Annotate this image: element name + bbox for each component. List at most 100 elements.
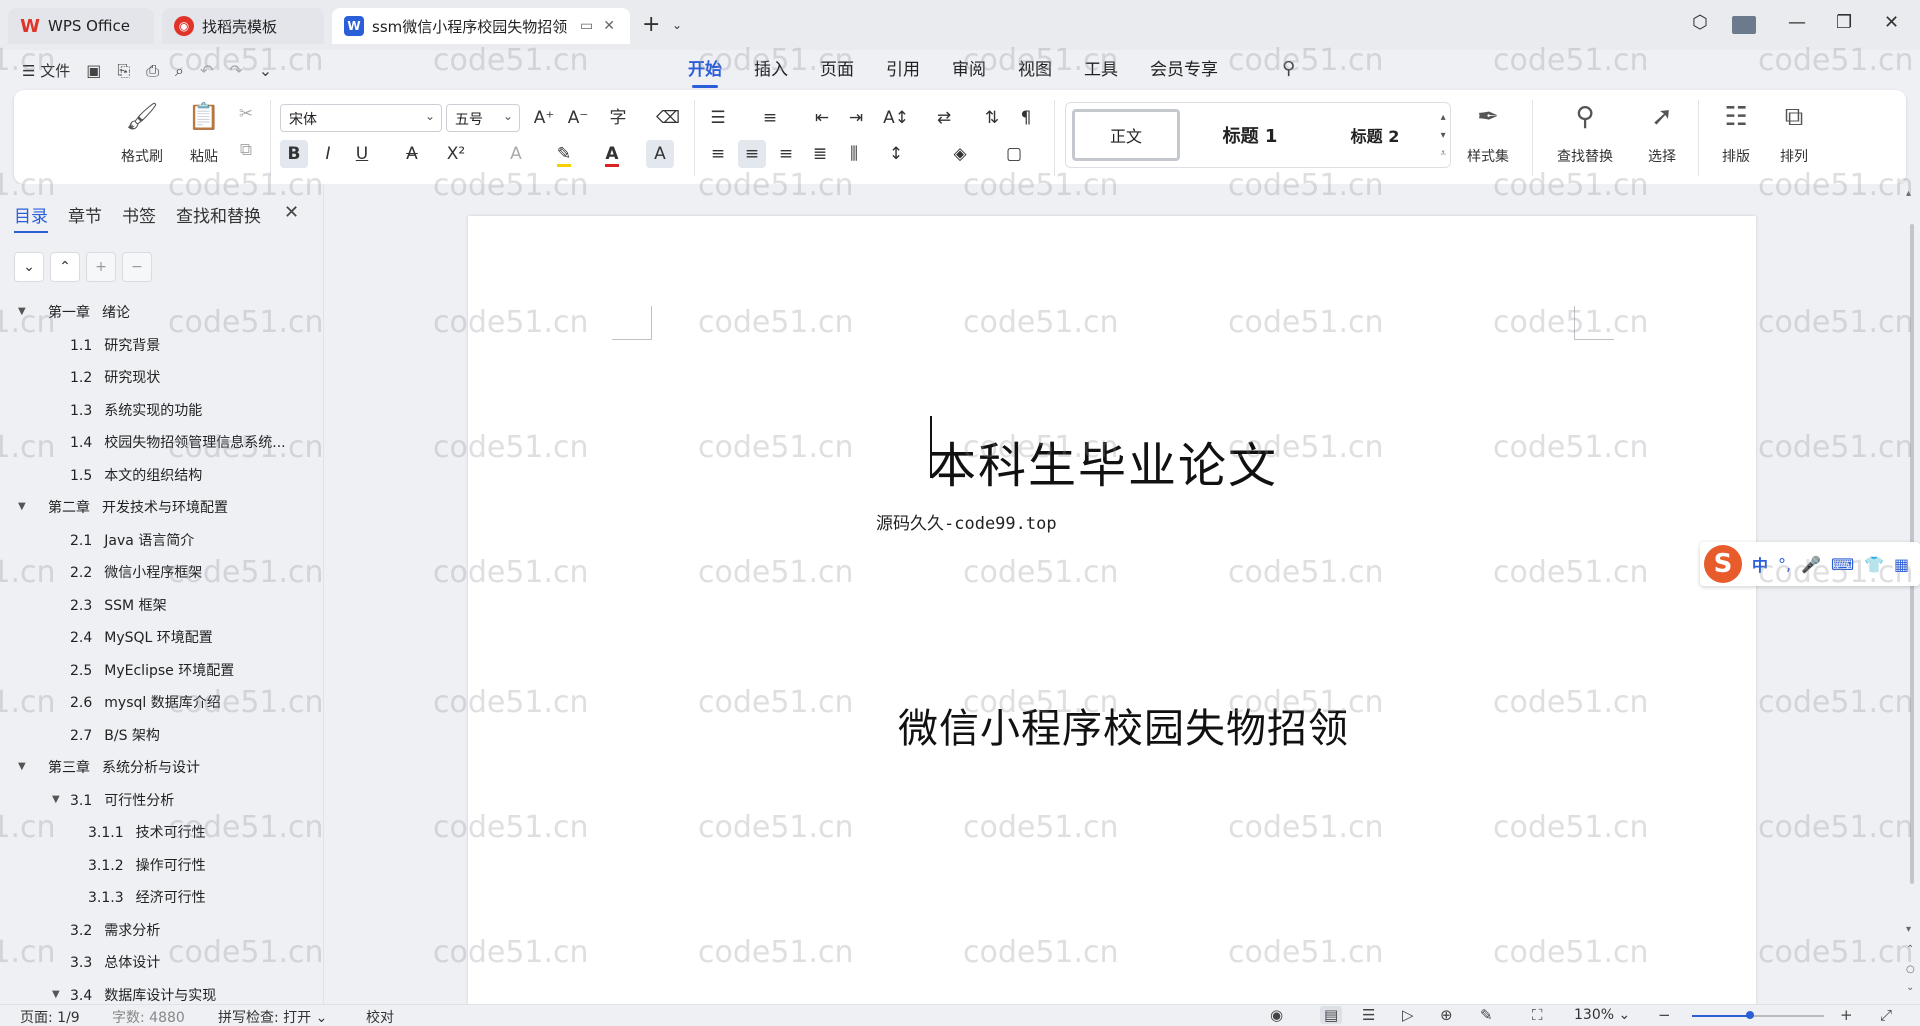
ime-toolbar[interactable]: S 中 °, 🎤 ⌨ 👕 ▦ <box>1700 542 1920 586</box>
arrange-button[interactable]: ⧉ 排列 <box>1764 102 1824 166</box>
outline-item[interactable]: 第三章 系统分析与设计 <box>48 757 322 781</box>
tab-insert[interactable]: 插入 <box>738 58 804 88</box>
prev-page-icon[interactable]: ⌃ <box>1906 944 1914 955</box>
vertical-scrollbar[interactable]: ▴ ▾ ⌃ ○ ⌄ <box>1904 184 1920 1004</box>
page-view-icon[interactable]: ▤ <box>1320 1006 1343 1024</box>
align-left-icon[interactable]: ≡ <box>704 140 732 168</box>
spell-check-status[interactable]: 拼写检查: 打开 ⌄ <box>218 1007 327 1026</box>
nav-tab-toc[interactable]: 目录 <box>14 202 48 233</box>
promote-heading-button[interactable]: + <box>86 252 116 282</box>
save-icon[interactable]: ▣ <box>86 61 101 80</box>
tab-view[interactable]: 视图 <box>1002 58 1068 88</box>
char-shading-icon[interactable]: A <box>646 140 674 168</box>
shrink-font-icon[interactable]: A⁻ <box>564 104 592 132</box>
strikethrough-button[interactable]: A <box>398 140 426 168</box>
increase-indent-icon[interactable]: ⇥ <box>842 104 870 132</box>
cube-icon[interactable]: ⬡ <box>1692 12 1708 33</box>
show-marks-icon[interactable]: ¶ <box>1012 104 1040 132</box>
grow-font-icon[interactable]: A⁺ <box>530 104 558 132</box>
tab-references[interactable]: 引用 <box>870 58 936 88</box>
zoom-slider-knob[interactable] <box>1746 1011 1755 1019</box>
project-name[interactable]: 微信小程序校园失物招领 <box>898 696 1349 754</box>
pen-icon[interactable]: ✎ <box>1480 1006 1493 1024</box>
superscript-button[interactable]: X² <box>442 140 470 168</box>
outline-item[interactable]: 3.1.3 经济可行性 <box>88 887 310 911</box>
style-heading-1[interactable]: 标题 1 <box>1190 109 1310 161</box>
outline-item[interactable]: 1.1 研究背景 <box>70 335 310 359</box>
tree-caret-icon[interactable]: ▼ <box>18 761 26 772</box>
nav-tab-find-replace[interactable]: 查找和替换 <box>176 202 261 233</box>
tab-page[interactable]: 页面 <box>804 58 870 88</box>
clear-format-icon[interactable]: ⌫ <box>654 104 682 132</box>
punctuation-icon[interactable]: °, <box>1778 555 1791 574</box>
nav-tab-sections[interactable]: 章节 <box>68 202 102 233</box>
line-spacing-icon[interactable]: ↕ <box>882 140 910 168</box>
numbered-list-icon[interactable]: ≡ <box>756 104 784 132</box>
chevron-down-icon[interactable]: ⌄ <box>672 18 682 32</box>
justify-icon[interactable]: ≣ <box>806 140 834 168</box>
bold-button[interactable]: B <box>280 140 308 168</box>
scroll-down-icon[interactable]: ▾ <box>1906 924 1911 935</box>
file-menu[interactable]: ☰ 文件 <box>22 60 70 81</box>
undo-icon[interactable]: ↶ <box>200 61 213 80</box>
next-page-icon[interactable]: ⌄ <box>1906 982 1914 993</box>
new-tab-icon[interactable]: + <box>642 12 660 37</box>
keyboard-icon[interactable]: ⌨ <box>1831 555 1854 574</box>
outline-item[interactable]: 3.2 需求分析 <box>70 920 310 944</box>
sogou-logo-icon[interactable]: S <box>1704 545 1742 583</box>
document-title[interactable]: 本科生毕业论文 <box>928 426 1278 496</box>
underline-button[interactable]: U <box>348 140 376 168</box>
tree-caret-icon[interactable]: ▼ <box>18 306 26 317</box>
more-quick-access-icon[interactable]: ⌄ <box>259 61 272 80</box>
print-icon[interactable]: ⎙ <box>146 61 159 81</box>
eye-protection-icon[interactable]: ◉ <box>1270 1006 1283 1024</box>
tab-wps-office[interactable]: W WPS Office <box>8 8 154 44</box>
restore-icon[interactable]: ❐ <box>1836 12 1852 33</box>
cut-icon[interactable]: ✂ <box>232 100 260 128</box>
redo-icon[interactable]: ↷ <box>229 61 242 80</box>
tree-caret-icon[interactable]: ▼ <box>52 794 60 805</box>
tree-caret-icon[interactable]: ▼ <box>18 501 26 512</box>
monitor-icon[interactable]: ▭ <box>580 18 593 34</box>
close-pane-icon[interactable]: ✕ <box>284 202 299 223</box>
outline-item[interactable]: 2.7 B/S 架构 <box>70 725 310 749</box>
document-subtitle[interactable]: 源码久久-code99.top <box>876 509 1057 534</box>
zoom-slider[interactable] <box>1692 1011 1824 1019</box>
outline-item[interactable]: 1.4 校园失物招领管理信息系统... <box>70 432 310 456</box>
outline-item[interactable]: 第一章 绪论 <box>48 302 322 326</box>
font-size-select[interactable]: 五号 ⌄ <box>446 104 520 132</box>
font-name-select[interactable]: 宋体 ⌄ <box>280 104 442 132</box>
tree-caret-icon[interactable]: ▼ <box>52 989 60 1000</box>
close-tab-icon[interactable]: ✕ <box>603 18 615 34</box>
ime-mode-chinese[interactable]: 中 <box>1752 552 1768 576</box>
outline-item[interactable]: 2.5 MyEclipse 环境配置 <box>70 660 310 684</box>
toolbox-icon[interactable]: ▦ <box>1894 555 1909 574</box>
borders-icon[interactable]: ▢ <box>1000 140 1028 168</box>
microphone-icon[interactable]: 🎤 <box>1801 555 1821 574</box>
web-view-icon[interactable]: ⊕ <box>1440 1006 1453 1024</box>
zoom-out-icon[interactable]: − <box>1658 1006 1671 1024</box>
document-canvas[interactable]: 本科生毕业论文 源码久久-code99.top 微信小程序校园失物招领 ▴ ▾ … <box>324 184 1920 1004</box>
format-painter-button[interactable]: 🖌 格式刷 <box>112 102 172 166</box>
expand-all-button[interactable]: ⌄ <box>14 252 44 282</box>
demote-heading-button[interactable]: − <box>122 252 152 282</box>
outline-item[interactable]: 2.3 SSM 框架 <box>70 595 310 619</box>
proofread-button[interactable]: 校对 <box>366 1007 394 1026</box>
nav-tab-bookmarks[interactable]: 书签 <box>122 202 156 233</box>
fit-page-icon[interactable]: ⛶ <box>1532 1006 1543 1024</box>
tab-document[interactable]: W ssm微信小程序校园失物招领 ▭ ✕ <box>332 8 630 44</box>
fullscreen-icon[interactable]: ⤢ <box>1880 1006 1892 1024</box>
outline-item[interactable]: 1.5 本文的组织结构 <box>70 465 310 489</box>
outline-item[interactable]: 2.6 mysql 数据库介绍 <box>70 692 310 716</box>
distributed-align-icon[interactable]: ⫼ <box>840 140 868 168</box>
skin-icon[interactable]: 👕 <box>1864 555 1884 574</box>
search-icon[interactable]: ⚲ <box>1282 58 1295 79</box>
outline-item[interactable]: 1.3 系统实现的功能 <box>70 400 310 424</box>
phonetic-guide-icon[interactable]: 字 <box>604 104 632 132</box>
font-color-icon[interactable]: A <box>598 140 626 168</box>
outline-item[interactable]: 2.2 微信小程序框架 <box>70 562 310 586</box>
highlight-color-icon[interactable]: ✎ <box>550 140 578 168</box>
outline-view-icon[interactable]: ☰ <box>1362 1006 1375 1024</box>
convert-icon[interactable]: ⇄ <box>930 104 958 132</box>
style-gallery-scroll[interactable]: ▴ ▾ ⩡ <box>1440 109 1446 163</box>
